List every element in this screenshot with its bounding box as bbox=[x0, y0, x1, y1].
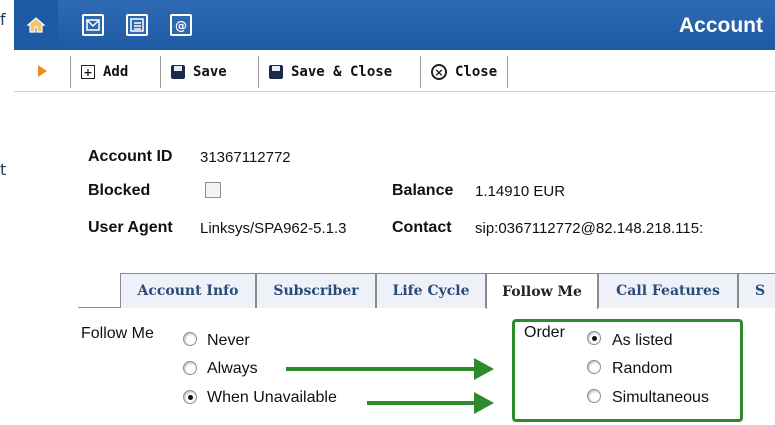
tab-subscriber[interactable]: Subscriber bbox=[256, 273, 376, 308]
tab-account-info[interactable]: Account Info bbox=[120, 273, 256, 308]
save-and-close-button[interactable]: Save & Close bbox=[258, 56, 402, 88]
home-icon bbox=[26, 17, 46, 33]
mail-icon[interactable] bbox=[82, 14, 104, 36]
follow-me-when-unavailable-label: When Unavailable bbox=[207, 389, 337, 406]
close-button-label: Close bbox=[455, 64, 498, 80]
contact-label: Contact bbox=[392, 219, 452, 236]
balance-label: Balance bbox=[392, 182, 454, 199]
at-icon[interactable]: @ bbox=[170, 14, 192, 36]
order-as-listed-radio[interactable] bbox=[587, 331, 601, 345]
page-title: Account bbox=[679, 14, 763, 37]
tab-follow-me[interactable]: Follow Me bbox=[486, 273, 598, 309]
close-button[interactable]: × Close bbox=[420, 56, 509, 88]
close-icon: × bbox=[431, 64, 447, 80]
order-random-radio[interactable] bbox=[587, 360, 601, 374]
account-id-value: 31367112772 bbox=[200, 149, 291, 166]
tab-truncated[interactable]: S bbox=[738, 273, 775, 308]
blocked-checkbox[interactable] bbox=[205, 182, 221, 198]
play-arrow-icon bbox=[37, 65, 47, 77]
cut-off-text: f bbox=[0, 10, 6, 29]
svg-text:@: @ bbox=[175, 19, 187, 33]
follow-me-when-unavailable-radio[interactable] bbox=[183, 390, 197, 404]
list-icon[interactable] bbox=[126, 14, 148, 36]
balance-value: 1.14910 EUR bbox=[475, 183, 566, 200]
add-button-label: Add bbox=[103, 64, 129, 80]
follow-me-always-label: Always bbox=[207, 360, 258, 377]
save-and-close-button-label: Save & Close bbox=[291, 64, 393, 80]
follow-me-label: Follow Me bbox=[81, 325, 154, 342]
order-label: Order bbox=[524, 324, 565, 341]
order-random-label: Random bbox=[612, 360, 673, 377]
tab-label: Life Cycle bbox=[392, 283, 470, 299]
save-button-label: Save bbox=[193, 64, 227, 80]
cut-off-text: t bbox=[0, 160, 7, 179]
annotation-arrow bbox=[286, 358, 494, 380]
follow-me-never-radio[interactable] bbox=[183, 332, 197, 346]
toolbar-expand-arrow[interactable] bbox=[14, 50, 70, 92]
user-agent-value: Linksys/SPA962-5.1.3 bbox=[200, 220, 347, 237]
floppy-disk-icon bbox=[269, 65, 283, 79]
account-id-label: Account ID bbox=[88, 148, 173, 165]
left-page-margin: f t bbox=[0, 0, 14, 425]
tab-label: S bbox=[755, 283, 766, 299]
order-as-listed-label: As listed bbox=[612, 332, 673, 349]
tab-label: Follow Me bbox=[502, 283, 582, 300]
home-button[interactable] bbox=[14, 0, 58, 50]
annotation-arrow bbox=[367, 392, 494, 414]
contact-value: sip:0367112772@82.148.218.115: bbox=[475, 220, 704, 237]
order-simultaneous-label: Simultaneous bbox=[612, 389, 709, 406]
blocked-label: Blocked bbox=[88, 182, 151, 199]
save-button[interactable]: Save bbox=[160, 56, 237, 88]
floppy-disk-icon bbox=[171, 65, 185, 79]
order-simultaneous-radio[interactable] bbox=[587, 389, 601, 403]
tab-call-features[interactable]: Call Features bbox=[598, 273, 738, 308]
tab-label: Call Features bbox=[616, 283, 720, 299]
user-agent-label: User Agent bbox=[88, 219, 173, 236]
follow-me-never-label: Never bbox=[207, 332, 250, 349]
follow-me-always-radio[interactable] bbox=[183, 361, 197, 375]
tab-life-cycle[interactable]: Life Cycle bbox=[376, 273, 486, 308]
add-button[interactable]: + Add bbox=[70, 56, 138, 88]
tab-label: Account Info bbox=[137, 283, 239, 299]
plus-icon: + bbox=[81, 65, 95, 79]
tab-label: Subscriber bbox=[273, 283, 359, 299]
